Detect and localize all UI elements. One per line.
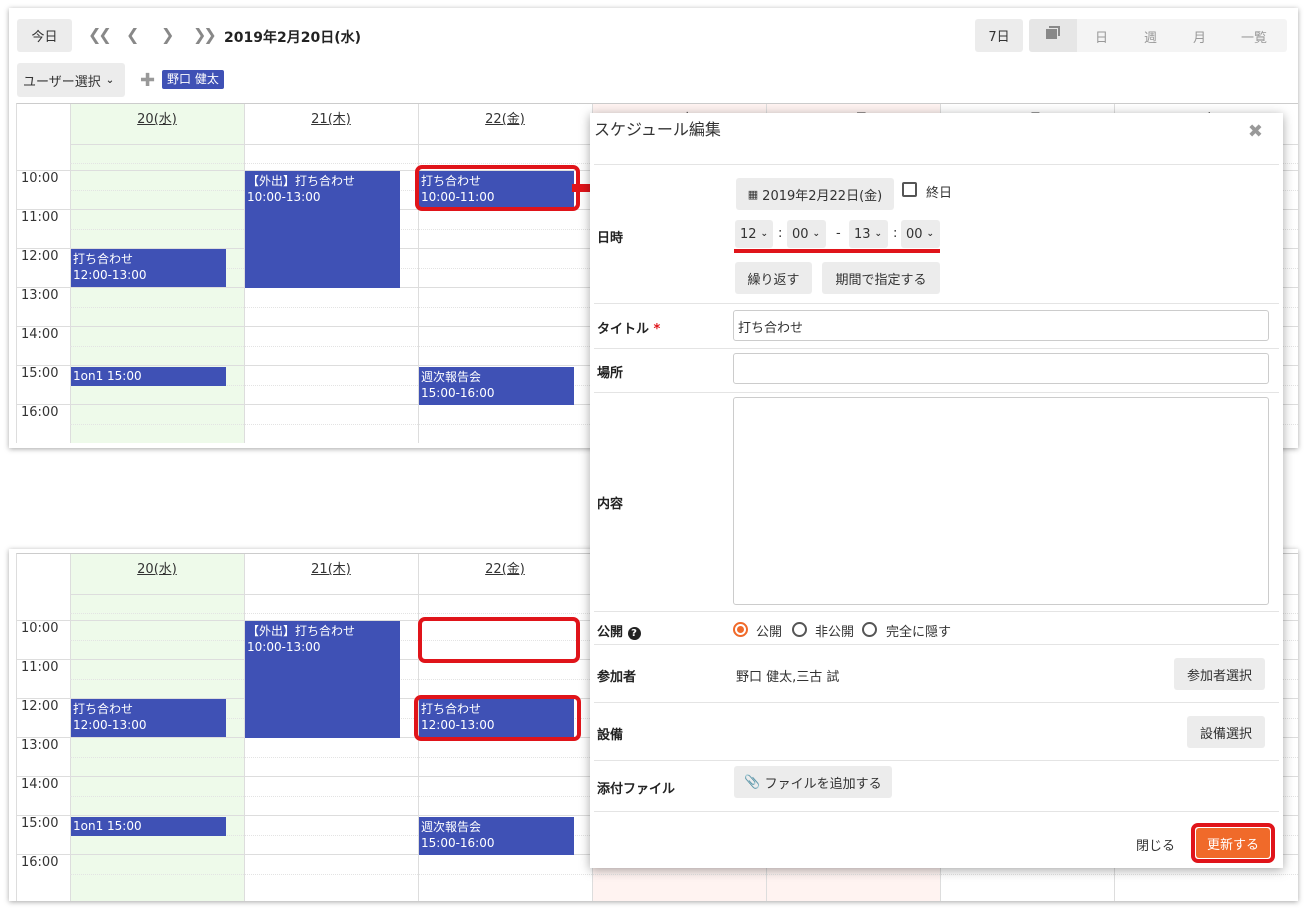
schedule-edit-modal: スケジュール編集 ✖ ▦ 2019年2月22日(金) 終日 日時 12 ⌄ : 0… [590,113,1283,868]
public-label: 公開 ? [597,621,641,640]
calendar-icon: ▦ [747,187,759,201]
public-radio[interactable] [733,622,748,637]
content-label: 内容 [597,497,624,512]
private-radio[interactable] [792,622,807,637]
prev-day-icon[interactable]: ❮ [126,25,140,44]
start-minute-select[interactable]: 00 ⌄ [787,220,826,248]
day-header-20[interactable]: 20(水) [70,108,244,127]
event-block[interactable]: 打ち合わせ 12:00-13:00 [71,249,226,287]
time-label: 16:00 [21,405,59,420]
place-input[interactable] [733,353,1269,384]
help-icon: ? [627,627,641,640]
datetime-label: 日時 [597,231,624,246]
event-block[interactable]: 打ち合わせ 12:00-13:00 [71,699,226,737]
current-date-title: 2019年2月20日(水) [224,30,361,46]
highlight-original-event [415,165,580,211]
next-day-icon[interactable]: ❯ [161,25,175,44]
time-label: 10:00 [21,171,59,186]
end-minute-select[interactable]: 00 ⌄ [901,220,940,248]
day-header-22[interactable]: 22(金) [418,558,592,577]
user-tag[interactable]: 野口 健太 [162,70,224,89]
attach-label: 添付ファイル [597,782,676,797]
day-header-20[interactable]: 20(水) [70,558,244,577]
start-hour-select[interactable]: 12 ⌄ [735,220,773,248]
update-button[interactable]: 更新する [1196,828,1270,858]
title-label: タイトル * [597,322,661,337]
time-label: 15:00 [21,366,59,381]
time-label: 14:00 [21,327,59,342]
event-block[interactable]: 【外出】打ち合わせ 10:00-13:00 [245,171,400,288]
user-select-dropdown[interactable]: ユーザー選択 ⌄ [17,63,125,97]
day-header-21[interactable]: 21(木) [244,558,418,577]
paperclip-icon: 📎 [744,774,761,790]
date-picker-button[interactable]: ▦ 2019年2月22日(金) [736,178,894,210]
add-user-icon[interactable]: ✚ [140,70,155,91]
day-header-22[interactable]: 22(金) [418,108,592,127]
tab-multi-view[interactable] [1029,19,1077,52]
view-switcher: 日 週 月 一覧 [1029,19,1287,52]
day-header-21[interactable]: 21(木) [244,108,418,127]
tab-month[interactable]: 月 [1193,27,1206,46]
time-label: 12:00 [21,699,59,714]
tab-week[interactable]: 週 [1144,27,1157,46]
time-underline [734,249,940,253]
content-textarea[interactable] [733,397,1269,605]
time-label: 16:00 [21,855,59,870]
participants-value: 野口 健太,三古 試 [736,670,840,685]
time-label: 11:00 [21,660,59,675]
time-label: 11:00 [21,210,59,225]
prev-week-icon[interactable]: ❮❮ [88,25,112,44]
next-week-icon[interactable]: ❯❯ [193,25,217,44]
event-block[interactable]: 週次報告会 15:00-16:00 [419,367,574,405]
participants-label: 参加者 [597,670,637,685]
tab-day[interactable]: 日 [1095,27,1108,46]
event-block[interactable]: 1on1 15:00 [71,367,226,386]
add-file-button[interactable]: 📎 ファイルを追加する [734,766,892,798]
event-block[interactable]: 【外出】打ち合わせ 10:00-13:00 [245,621,400,738]
end-hour-select[interactable]: 13 ⌄ [849,220,888,248]
facility-label: 設備 [597,728,624,743]
time-label: 15:00 [21,816,59,831]
time-label: 10:00 [21,621,59,636]
place-label: 場所 [597,366,624,381]
title-input[interactable]: 打ち合わせ [733,310,1269,341]
highlight-empty-slot [418,617,580,663]
modal-title: スケジュール編集 [594,120,721,139]
tab-list[interactable]: 一覧 [1241,27,1267,46]
allday-checkbox[interactable] [902,182,917,197]
today-button[interactable]: 今日 [17,19,72,52]
time-label: 13:00 [21,288,59,303]
hidden-radio[interactable] [862,622,877,637]
close-button[interactable]: 閉じる [1136,835,1175,854]
facility-select-button[interactable]: 設備選択 [1187,716,1265,748]
period-button[interactable]: 期間で指定する [822,262,940,294]
participants-select-button[interactable]: 参加者選択 [1174,658,1265,690]
highlight-moved-event [414,695,581,741]
event-block[interactable]: 週次報告会 15:00-16:00 [419,817,574,855]
repeat-button[interactable]: 繰り返す [735,262,812,294]
event-block[interactable]: 1on1 15:00 [71,817,226,836]
time-label: 14:00 [21,777,59,792]
chevron-down-icon: ⌄ [105,74,115,86]
time-label: 12:00 [21,249,59,264]
close-icon[interactable]: ✖ [1248,121,1263,142]
time-label: 13:00 [21,738,59,753]
allday-label: 終日 [926,186,953,201]
seven-days-button[interactable]: 7日 [975,19,1023,52]
